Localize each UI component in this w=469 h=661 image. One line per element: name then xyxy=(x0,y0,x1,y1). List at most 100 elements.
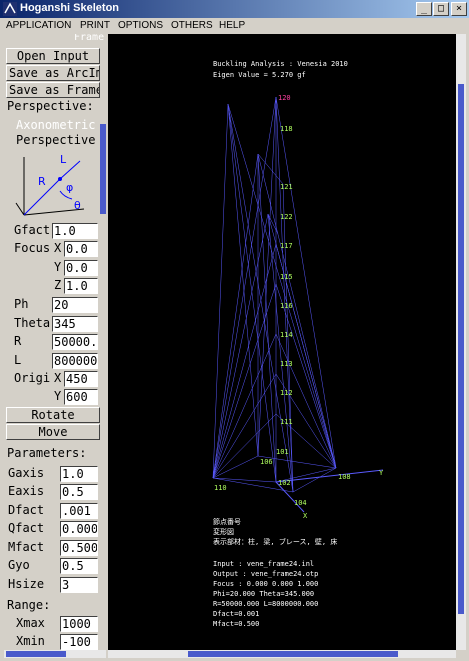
focus-label: Focus xyxy=(14,241,51,255)
node-label: 112 xyxy=(280,389,293,397)
focus-x-label: X xyxy=(54,241,62,255)
diagram-label-phi: φ xyxy=(66,181,73,194)
focus-x-input[interactable]: 0.0 xyxy=(64,241,98,257)
menu-help[interactable]: HELP xyxy=(219,20,245,31)
info-line: Focus : 0.000 0.000 1.000 xyxy=(213,580,318,588)
app-icon xyxy=(3,2,17,16)
canvas-title-1: Buckling Analysis : Venesia 2010 xyxy=(213,60,348,68)
node-label: 116 xyxy=(280,302,293,310)
node-label: 110 xyxy=(214,484,227,492)
move-button[interactable]: Move xyxy=(6,424,100,440)
node-label: 106 xyxy=(260,458,273,466)
maximize-button[interactable]: □ xyxy=(433,2,449,16)
node-label: 102 xyxy=(278,479,291,487)
control-panel: Frame Open Input Save as ArcIm Save as F… xyxy=(4,34,106,650)
theta-label: Theta xyxy=(14,316,51,330)
frame-label: Frame xyxy=(74,34,105,43)
canvas-hscroll-thumb[interactable] xyxy=(188,651,398,657)
diagram-label-l: L xyxy=(60,153,67,166)
info-line: Dfact=0.001 xyxy=(213,610,259,618)
save-frame-button[interactable]: Save as Frame xyxy=(6,82,100,98)
close-button[interactable]: × xyxy=(451,2,467,16)
info-line: Input : vene_frame24.inl xyxy=(213,560,314,568)
r-input[interactable]: 50000. xyxy=(52,334,98,350)
legend-line: 変形図 xyxy=(213,527,234,536)
xmax-label: Xmax xyxy=(16,616,45,630)
menu-application[interactable]: APPLICATION xyxy=(6,20,71,31)
info-line: Output : vene_frame24.otp xyxy=(213,570,318,578)
drawing-canvas[interactable]: Buckling Analysis : Venesia 2010 Eigen V… xyxy=(108,34,456,650)
canvas-title-2: Eigen Value = 5.270 gf xyxy=(213,71,306,79)
ph-input[interactable]: 20 xyxy=(52,297,98,313)
qfact-label: Qfact xyxy=(8,521,45,535)
node-label: 122 xyxy=(280,213,293,221)
gyo-input[interactable]: 0.5 xyxy=(60,558,98,574)
gfact-input[interactable]: 1.0 xyxy=(52,223,98,239)
open-input-button[interactable]: Open Input xyxy=(6,48,100,64)
node-label: 114 xyxy=(280,331,293,339)
title-bar: Hoganshi Skeleton _ □ × xyxy=(0,0,469,18)
eaxis-input[interactable]: 0.5 xyxy=(60,484,98,500)
canvas-vscroll-thumb[interactable] xyxy=(458,84,464,614)
gfact-label: Gfact xyxy=(14,223,51,237)
node-label: 108 xyxy=(338,473,351,481)
perspective-option[interactable]: Perspective xyxy=(16,133,95,147)
menu-options[interactable]: OPTIONS xyxy=(118,20,163,31)
node-label: 101 xyxy=(276,448,289,456)
diagram-label-theta: θ xyxy=(74,199,81,212)
canvas-vertical-scrollbar[interactable] xyxy=(456,34,466,650)
canvas-horizontal-scrollbar[interactable] xyxy=(108,650,456,658)
diagram-label-r: R xyxy=(38,175,46,188)
perspective-heading: Perspective: xyxy=(7,99,94,113)
origin-label: Origi xyxy=(14,371,51,385)
node-label: 115 xyxy=(280,273,293,281)
menu-others[interactable]: OTHERS xyxy=(171,20,213,31)
gyo-label: Gyo xyxy=(8,558,30,572)
hsize-input[interactable]: 3 xyxy=(60,577,98,593)
save-arclm-button[interactable]: Save as ArcIm xyxy=(6,65,100,81)
xmin-input[interactable]: -100 xyxy=(60,634,98,650)
ph-label: Ph xyxy=(14,297,29,311)
hsize-label: Hsize xyxy=(8,577,45,591)
origin-x-label: X xyxy=(54,371,62,385)
range-heading: Range: xyxy=(7,598,51,612)
minimize-button[interactable]: _ xyxy=(416,2,432,16)
node-label: 111 xyxy=(280,418,293,426)
node-label: 120 xyxy=(278,94,291,102)
axis-label-y: Y xyxy=(379,469,384,477)
dfact-input[interactable]: .001 xyxy=(60,503,98,519)
panel-horizontal-scrollbar[interactable] xyxy=(4,650,106,658)
node-label: 113 xyxy=(280,360,293,368)
xmax-input[interactable]: 1000 xyxy=(60,616,98,632)
panel-hscroll-thumb[interactable] xyxy=(6,651,66,657)
menu-bar: APPLICATION PRINT OPTIONS OTHERS HELP xyxy=(0,18,469,34)
focus-y-label: Y xyxy=(54,260,62,274)
node-label: 117 xyxy=(280,242,293,250)
node-label: 118 xyxy=(280,125,293,133)
node-label: 104 xyxy=(294,499,307,507)
frame-drawing: Buckling Analysis : Venesia 2010 Eigen V… xyxy=(212,60,384,628)
legend-line: 表示部材：柱, 梁, ブレース, 壁, 床 xyxy=(213,537,337,546)
rotate-button[interactable]: Rotate xyxy=(6,407,100,423)
qfact-input[interactable]: 0.000 xyxy=(60,521,98,537)
window-title: Hoganshi Skeleton xyxy=(20,2,120,14)
parameters-heading: Parameters: xyxy=(7,446,87,460)
focus-y-input[interactable]: 0.0 xyxy=(64,260,98,276)
legend-line: 節点番号 xyxy=(213,517,241,526)
eaxis-label: Eaxis xyxy=(8,484,45,498)
panel-scrollbar[interactable] xyxy=(100,124,106,214)
mfact-input[interactable]: 0.500 xyxy=(60,540,98,556)
focus-z-input[interactable]: 1.0 xyxy=(64,278,98,294)
menu-print[interactable]: PRINT xyxy=(80,20,110,31)
info-line: Mfact=0.500 xyxy=(213,620,259,628)
axonometric-option[interactable]: Axonometric xyxy=(16,118,95,132)
l-input[interactable]: 800000 xyxy=(52,353,98,369)
theta-input[interactable]: 345 xyxy=(52,316,98,332)
l-label: L xyxy=(14,353,22,367)
focus-z-label: Z xyxy=(54,278,62,292)
gaxis-input[interactable]: 1.0 xyxy=(60,466,98,482)
origin-y-input[interactable]: 600 xyxy=(64,389,98,405)
origin-x-input[interactable]: 450 xyxy=(64,371,98,387)
origin-y-label: Y xyxy=(54,389,62,403)
perspective-diagram: L R φ θ xyxy=(15,153,85,216)
